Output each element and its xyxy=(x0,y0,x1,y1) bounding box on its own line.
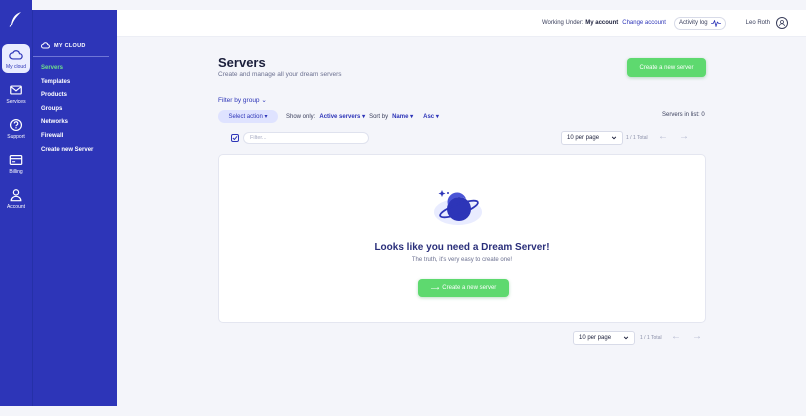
rail-item-label: My cloud xyxy=(5,64,26,70)
next-page-button[interactable]: → xyxy=(679,132,689,142)
per-page-select[interactable]: 10 per page xyxy=(573,331,635,345)
page-total: 1 / 1 Total xyxy=(626,135,648,141)
change-account-link[interactable]: Change account xyxy=(622,20,666,26)
activity-log-label: Activity log xyxy=(678,20,708,26)
current-account: My account xyxy=(585,20,619,26)
servers-in-list-count: Servers in list: 0 xyxy=(662,112,705,118)
caret-down-icon: ▾ xyxy=(410,114,414,120)
page-total: 1 / 1 Total xyxy=(640,335,662,341)
rail-item-label: Account xyxy=(6,204,26,210)
caret-down-icon: ▾ xyxy=(362,114,366,120)
chevron-down-icon xyxy=(623,336,629,340)
rail-item-services[interactable]: Services xyxy=(2,79,30,108)
sidebar-nav: Servers Templates Products Groups Networ… xyxy=(33,57,117,157)
page-bottom-margin xyxy=(0,406,806,416)
main-content: Servers Create and manage all your dream… xyxy=(117,38,806,406)
rail-item-billing[interactable]: Billing xyxy=(2,149,30,178)
per-page-value: 10 per page xyxy=(567,135,600,141)
sidebar-item-groups[interactable]: Groups xyxy=(41,103,117,117)
arrow-right-icon: ⟶ xyxy=(430,285,440,292)
page-title: Servers xyxy=(218,55,266,70)
filter-input[interactable] xyxy=(243,132,369,144)
rail-item-my-cloud[interactable]: My cloud xyxy=(2,44,30,73)
select-all-checkbox[interactable] xyxy=(231,134,239,142)
create-server-empty-label: Create a new server xyxy=(442,285,497,291)
avatar[interactable] xyxy=(776,17,788,29)
servers-list-card: Looks like you need a Dream Server! The … xyxy=(218,154,706,323)
rail-item-label: Services xyxy=(6,99,26,105)
rail-item-support[interactable]: Support xyxy=(2,114,30,143)
activity-pulse-icon xyxy=(710,19,721,27)
planet-illustration-icon xyxy=(434,190,482,225)
app-logo[interactable] xyxy=(0,0,32,38)
select-action-dropdown[interactable]: Select action ▾ xyxy=(218,110,278,123)
working-under-label: Working Under: My account xyxy=(542,20,618,26)
caret-down-icon: ▾ xyxy=(262,114,268,120)
create-server-empty-button[interactable]: ⟶ Create a new server xyxy=(418,279,509,297)
user-avatar-icon xyxy=(779,20,785,27)
empty-state-title: Looks like you need a Dream Server! xyxy=(374,242,550,253)
show-only-value: Active servers xyxy=(319,114,361,120)
cloud-icon xyxy=(41,42,50,49)
sidebar-section-title: MY CLOUD xyxy=(33,10,109,57)
caret-down-icon: ▾ xyxy=(435,114,439,120)
sidebar-item-servers[interactable]: Servers xyxy=(41,62,117,76)
sort-by-dropdown[interactable]: Name ▾ xyxy=(392,113,413,120)
user-icon xyxy=(10,189,22,202)
show-only-dropdown[interactable]: Active servers ▾ xyxy=(319,113,365,120)
empty-state-subtitle: The truth, it's very easy to create one! xyxy=(411,257,513,263)
cloud-icon xyxy=(9,50,23,60)
sort-order-dropdown[interactable]: Asc ▾ xyxy=(423,113,439,120)
icon-rail: My cloud Services Support Billing Accoun… xyxy=(0,0,32,406)
next-page-button[interactable]: → xyxy=(692,332,702,342)
sort-by-label: Sort by xyxy=(369,113,389,120)
sort-order-value: Asc xyxy=(423,114,435,120)
filter-by-group-dropdown[interactable]: Filter by group ⌄ xyxy=(218,96,267,104)
sub-sidebar: MY CLOUD Servers Templates Products Grou… xyxy=(32,10,117,406)
sidebar-item-templates[interactable]: Templates xyxy=(41,76,117,90)
top-bar: Working Under: My account Change account… xyxy=(117,10,806,37)
sidebar-title-text: MY CLOUD xyxy=(54,42,86,49)
check-icon xyxy=(232,136,238,141)
mail-icon xyxy=(10,85,22,95)
activity-log-button[interactable]: Activity log xyxy=(673,16,726,30)
user-name[interactable]: Leo Roth xyxy=(746,20,770,26)
per-page-value: 10 per page xyxy=(579,335,612,341)
pagination-bottom: 10 per page 1 / 1 Total ← → xyxy=(573,331,713,346)
filter-by-group-label: Filter by group xyxy=(218,97,260,104)
sidebar-item-firewall[interactable]: Firewall xyxy=(41,130,117,144)
help-icon xyxy=(9,118,23,132)
prev-page-button[interactable]: ← xyxy=(671,332,681,342)
sidebar-item-create-new-server[interactable]: Create new Server xyxy=(41,144,117,158)
sidebar-item-networks[interactable]: Networks xyxy=(41,116,117,130)
chevron-down-icon xyxy=(611,136,617,140)
prev-page-button[interactable]: ← xyxy=(658,132,668,142)
rail-item-label: Support xyxy=(7,134,25,140)
filter-row: 10 per page 1 / 1 Total ← → xyxy=(218,131,706,146)
list-controls: Select action ▾ Show only: Active server… xyxy=(218,110,439,123)
sort-by-value: Name xyxy=(392,114,409,120)
rail-item-label: Billing xyxy=(9,169,23,175)
per-page-select[interactable]: 10 per page xyxy=(561,131,623,145)
rail-item-account[interactable]: Account xyxy=(2,184,30,213)
page-subtitle: Create and manage all your dream servers xyxy=(218,71,342,78)
select-action-label: Select action xyxy=(228,113,263,120)
sidebar-item-products[interactable]: Products xyxy=(41,89,117,103)
chevron-down-icon: ⌄ xyxy=(261,97,267,104)
working-under-text: Working Under: xyxy=(541,20,584,26)
feather-logo-icon xyxy=(9,12,21,27)
billing-card-icon xyxy=(9,155,23,165)
create-server-button[interactable]: Create a new server xyxy=(627,58,706,77)
show-only-label: Show only: xyxy=(286,113,316,120)
